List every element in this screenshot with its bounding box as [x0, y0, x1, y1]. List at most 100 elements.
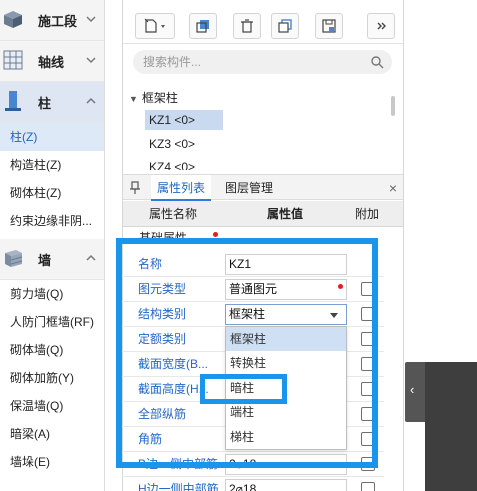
category-label: 施工段	[38, 13, 78, 29]
property-value-field[interactable]: KZ1	[225, 254, 347, 275]
new-component-button[interactable]	[135, 13, 175, 39]
search-icon[interactable]	[370, 55, 384, 69]
tree-group-frame-column[interactable]: ▼ 框架柱	[129, 89, 178, 106]
property-table-header: 属性名称 属性值 附加	[123, 201, 403, 227]
structure-type-select[interactable]: 框架柱	[225, 304, 347, 325]
chevron-left-icon[interactable]: ‹	[410, 382, 414, 397]
wall-brick-icon	[5, 250, 23, 267]
property-name: B边一侧中部筋	[138, 457, 219, 471]
sidebar-item-masonry-wall[interactable]: 砌体墙(Q)	[0, 336, 104, 364]
sidebar-item-masonry-column[interactable]: 砌体柱(Z)	[0, 179, 104, 207]
tree-group-label: 框架柱	[141, 91, 178, 105]
dropdown-caret-icon[interactable]	[330, 313, 338, 318]
layer-copy-icon	[278, 19, 292, 33]
sidebar-item-constructional-column[interactable]: 构造柱(Z)	[0, 151, 104, 179]
property-group-basic[interactable]: 基础属性	[123, 228, 385, 250]
delete-component-button[interactable]	[233, 13, 261, 39]
category-label: 轴线	[38, 54, 65, 70]
property-name: 全部纵筋	[138, 407, 187, 421]
tab-property-list[interactable]: 属性列表	[151, 175, 212, 201]
property-row-element-type[interactable]: 图元类型 普通图元	[122, 277, 384, 302]
category-wall[interactable]: 墙	[0, 239, 104, 280]
property-name: 图元类型	[138, 282, 187, 296]
grid-axis-icon	[3, 50, 23, 70]
property-name: 名称	[138, 257, 163, 271]
category-construction-segment[interactable]: 施工段	[0, 0, 104, 41]
component-sidebar: 施工段 轴线 柱 柱(Z) 构造柱(Z) 砌体柱(Z) 约束边缘非阴... 墙 …	[0, 0, 105, 491]
sidebar-item-concealed-beam[interactable]: 暗梁(A)	[0, 420, 104, 448]
group-label: 基础属性	[139, 231, 188, 245]
layer-copy-button[interactable]	[271, 13, 299, 39]
tree-item-kz1[interactable]: KZ1 <0>	[145, 110, 223, 130]
chevron-down-icon[interactable]	[84, 12, 98, 26]
sidebar-item-shear-wall[interactable]: 剪力墙(Q)	[0, 280, 104, 308]
copy-icon	[196, 20, 209, 33]
tab-layer-management[interactable]: 图层管理	[219, 175, 279, 201]
close-icon[interactable]: ×	[389, 180, 397, 196]
tree-item-kz4[interactable]: KZ4 <0>	[145, 158, 199, 170]
trash-icon	[241, 19, 253, 33]
sidebar-item-column[interactable]: 柱(Z)	[0, 123, 104, 151]
option-frame-column[interactable]: 框架柱	[226, 327, 346, 351]
extra-checkbox[interactable]	[361, 457, 375, 471]
new-file-icon	[144, 18, 165, 33]
segment-cube-icon	[4, 11, 22, 28]
component-search[interactable]	[133, 50, 392, 74]
extra-checkbox[interactable]	[361, 382, 375, 396]
chevron-up-icon[interactable]	[84, 94, 98, 108]
property-value-field[interactable]: 2⌀18	[225, 479, 347, 491]
structure-type-dropdown: 框架柱 转换柱 暗柱 端柱 梯柱	[225, 326, 347, 450]
canvas-dark-area	[425, 362, 477, 491]
required-marker	[213, 232, 218, 237]
save-component-button[interactable]	[315, 13, 343, 39]
double-chevron-right-icon	[377, 22, 386, 30]
sidebar-item-boundary-edge[interactable]: 约束边缘非阴...	[0, 207, 104, 235]
collapse-panel-handle[interactable]: ‹	[405, 362, 425, 422]
chevron-down-icon[interactable]	[84, 53, 98, 67]
property-name: 截面宽度(B...	[138, 357, 209, 371]
search-input[interactable]	[143, 55, 363, 69]
option-end-column[interactable]: 端柱	[226, 400, 346, 424]
sidebar-item-civil-defense-frame-wall[interactable]: 人防门框墙(RF)	[0, 308, 104, 336]
sidebar-item-masonry-reinforcement[interactable]: 砌体加筋(Y)	[0, 364, 104, 392]
save-disk-icon	[322, 19, 336, 33]
property-value-field[interactable]: 普通图元	[225, 279, 347, 300]
sidebar-item-insulation-wall[interactable]: 保温墙(Q)	[0, 392, 104, 420]
extra-checkbox[interactable]	[361, 482, 375, 491]
category-column[interactable]: 柱	[0, 82, 104, 123]
extra-checkbox[interactable]	[361, 332, 375, 346]
pin-icon[interactable]	[129, 181, 141, 195]
column-header-name: 属性名称	[149, 207, 198, 221]
extra-checkbox[interactable]	[361, 282, 375, 296]
category-label: 墙	[38, 252, 52, 268]
property-name: 定额类别	[138, 332, 187, 346]
extra-checkbox[interactable]	[361, 407, 375, 421]
tree-item-kz3[interactable]: KZ3 <0>	[145, 134, 199, 154]
extra-checkbox[interactable]	[361, 432, 375, 446]
required-marker	[338, 284, 343, 289]
property-row-structure-type[interactable]: 结构类别 框架柱	[122, 302, 384, 327]
property-name: 角筋	[138, 432, 163, 446]
option-hidden-column[interactable]: 暗柱	[226, 376, 346, 400]
extra-checkbox[interactable]	[361, 357, 375, 371]
option-stair-column[interactable]: 梯柱	[226, 425, 346, 449]
property-row-b-side-middle[interactable]: B边一侧中部筋 2⌀18	[122, 452, 384, 477]
copy-component-button[interactable]	[189, 13, 217, 39]
option-transfer-column[interactable]: 转换柱	[226, 351, 346, 375]
column-header-extra: 附加	[355, 207, 380, 221]
property-name: 截面高度(H...	[138, 382, 209, 396]
properties-tabs: 属性列表 图层管理 ×	[123, 174, 403, 201]
caret-down-icon[interactable]: ▼	[129, 94, 138, 104]
chevron-up-icon[interactable]	[84, 251, 98, 265]
sidebar-item-wall-pier[interactable]: 墙垛(E)	[0, 448, 104, 476]
property-name: H边一侧中部筋	[138, 482, 219, 491]
property-value-field[interactable]: 2⌀18	[225, 454, 347, 475]
extra-checkbox[interactable]	[361, 307, 375, 321]
tree-scrollbar[interactable]	[391, 96, 395, 116]
category-axis[interactable]: 轴线	[0, 41, 104, 82]
property-row-name[interactable]: 名称 KZ1	[122, 252, 384, 277]
column-header-value: 属性值	[267, 207, 304, 221]
property-row-h-side-middle[interactable]: H边一侧中部筋 2⌀18	[122, 477, 384, 491]
expand-more-button[interactable]	[367, 13, 395, 39]
property-name: 结构类别	[138, 307, 187, 321]
